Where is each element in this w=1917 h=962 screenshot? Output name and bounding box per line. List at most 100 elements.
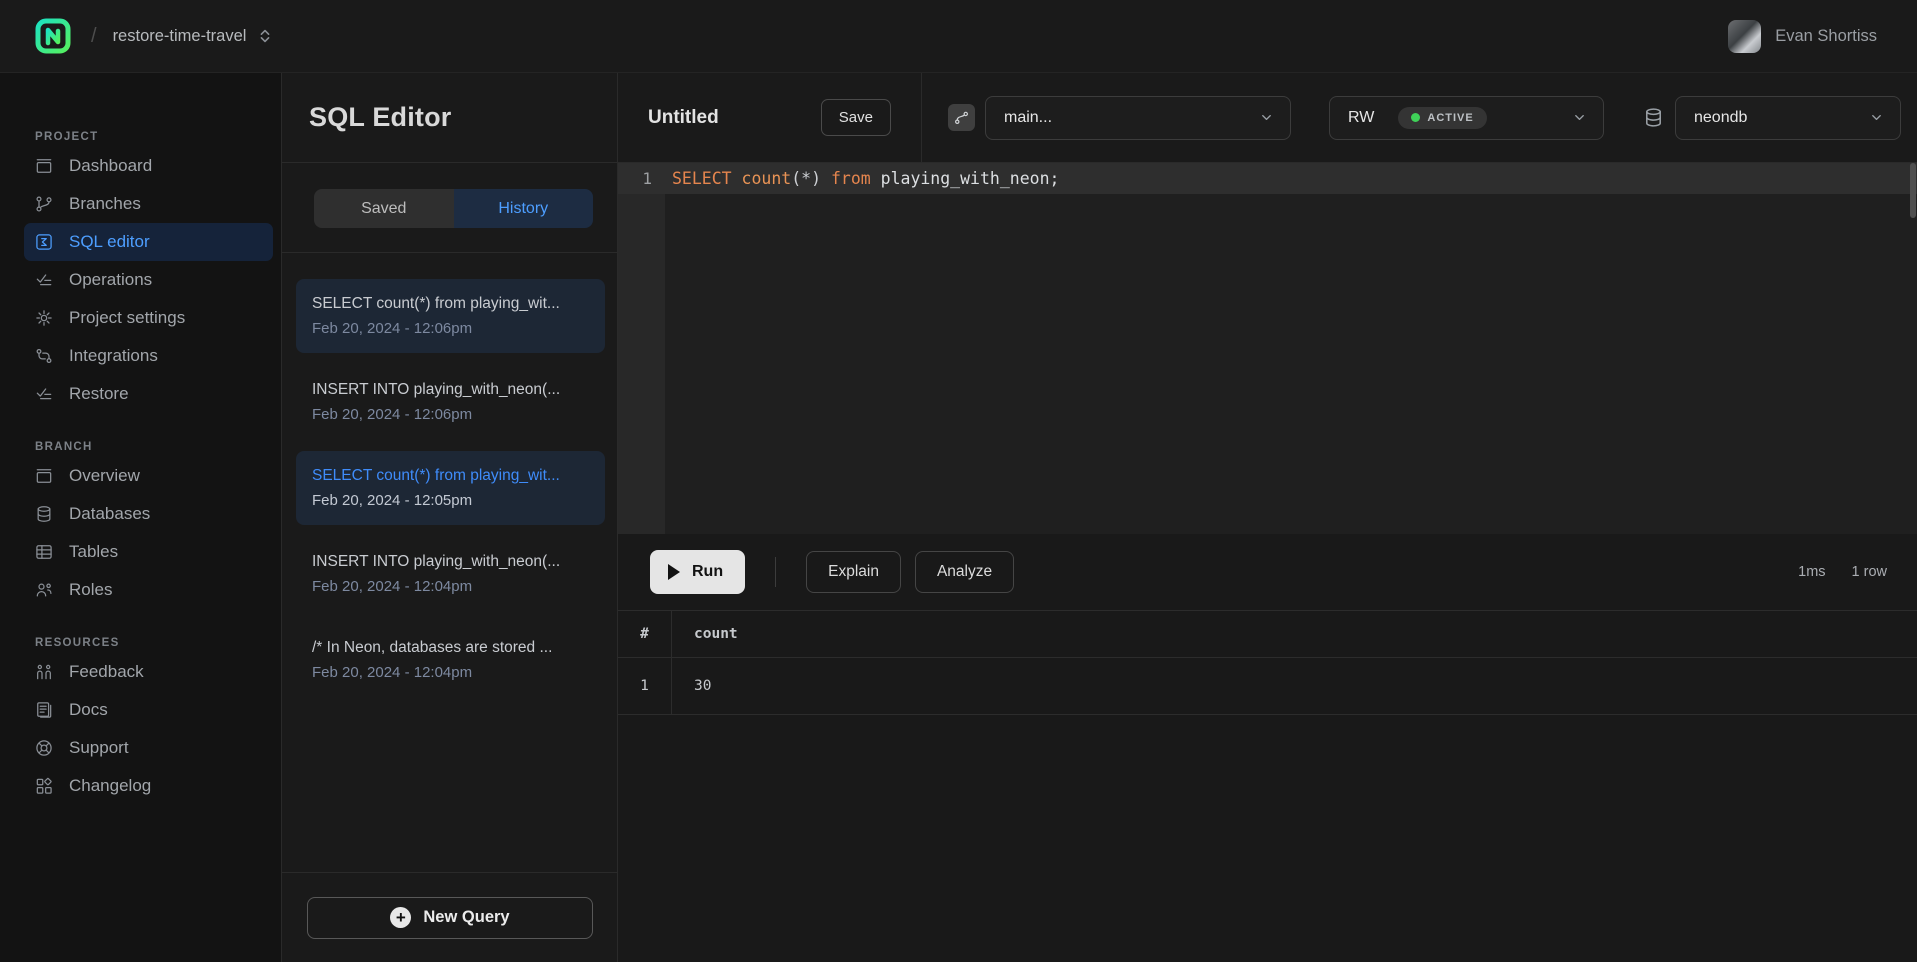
- run-label: Run: [692, 563, 723, 581]
- compute-select[interactable]: RW ACTIVE: [1329, 96, 1604, 140]
- page-title: SQL Editor: [309, 102, 452, 133]
- feedback-icon: [34, 662, 54, 682]
- sql-code-editor[interactable]: 1 SELECT count(*) from playing_with_neon…: [618, 163, 1917, 534]
- chevron-down-icon: [1572, 110, 1587, 125]
- table-icon: [34, 542, 54, 562]
- results-header-row: # count: [618, 610, 1917, 658]
- branch-select[interactable]: main...: [985, 96, 1291, 140]
- save-button[interactable]: Save: [821, 99, 891, 136]
- sidebar-item-restore[interactable]: Restore: [24, 375, 273, 413]
- neon-logo[interactable]: [35, 18, 71, 54]
- database-icon: [34, 504, 54, 524]
- gear-icon: [34, 308, 54, 328]
- history-item[interactable]: INSERT INTO playing_with_neon(... Feb 20…: [296, 537, 605, 611]
- branch-select-value: main...: [1004, 109, 1052, 127]
- git-branch-icon: [34, 194, 54, 214]
- query-duration: 1ms: [1798, 564, 1825, 580]
- sidebar: PROJECT Dashboard Branches SQL editor Op…: [0, 73, 281, 962]
- query-row-count: 1 row: [1852, 564, 1887, 580]
- table-row[interactable]: 1 30: [618, 658, 1917, 715]
- toolbar-divider: [775, 557, 776, 587]
- sidebar-item-integrations[interactable]: Integrations: [24, 337, 273, 375]
- history-item-selected[interactable]: SELECT count(*) from playing_wit... Feb …: [296, 451, 605, 525]
- user-menu[interactable]: Evan Shortiss: [1728, 20, 1877, 53]
- lifebuoy-icon: [34, 738, 54, 758]
- tab-history[interactable]: History: [454, 189, 594, 228]
- history-item-timestamp: Feb 20, 2024 - 12:05pm: [312, 488, 589, 513]
- editor-pane: Untitled Save main... RW: [618, 73, 1917, 962]
- sidebar-item-label: Integrations: [69, 346, 158, 366]
- sidebar-item-label: SQL editor: [69, 232, 150, 252]
- sidebar-item-label: Restore: [69, 384, 129, 404]
- column-header-index: #: [618, 611, 672, 657]
- sidebar-item-support[interactable]: Support: [24, 729, 273, 767]
- sidebar-item-label: Databases: [69, 504, 150, 524]
- breadcrumb-divider: /: [91, 25, 97, 48]
- sidebar-item-label: Feedback: [69, 662, 144, 682]
- sql-editor-icon: [34, 232, 54, 252]
- results-table: # count 1 30: [618, 610, 1917, 715]
- history-item[interactable]: SELECT count(*) from playing_wit... Feb …: [296, 279, 605, 353]
- new-query-button[interactable]: + New Query: [307, 897, 593, 939]
- line-number: 1: [618, 169, 665, 188]
- sidebar-item-operations[interactable]: Operations: [24, 261, 273, 299]
- new-query-label: New Query: [423, 908, 509, 927]
- sidebar-item-changelog[interactable]: Changelog: [24, 767, 273, 805]
- sidebar-item-databases[interactable]: Databases: [24, 495, 273, 533]
- sidebar-item-label: Tables: [69, 542, 118, 562]
- database-icon: [1642, 106, 1665, 129]
- sidebar-item-label: Changelog: [69, 776, 151, 796]
- chevron-down-icon: [1869, 110, 1884, 125]
- docs-icon: [34, 700, 54, 720]
- sidebar-item-tables[interactable]: Tables: [24, 533, 273, 571]
- code-line-1[interactable]: 1 SELECT count(*) from playing_with_neon…: [618, 163, 1917, 194]
- user-name: Evan Shortiss: [1775, 27, 1877, 46]
- history-item[interactable]: /* In Neon, databases are stored ... Feb…: [296, 623, 605, 697]
- section-label-resources: RESOURCES: [0, 637, 281, 653]
- analyze-button[interactable]: Analyze: [915, 551, 1014, 593]
- sidebar-item-branches[interactable]: Branches: [24, 185, 273, 223]
- main-layout: PROJECT Dashboard Branches SQL editor Op…: [0, 73, 1917, 962]
- sidebar-section-branch: BRANCH Overview Databases Tables Roles: [0, 441, 281, 609]
- chevron-down-icon: [1259, 110, 1274, 125]
- run-button[interactable]: Run: [650, 550, 745, 594]
- project-switcher[interactable]: restore-time-travel: [113, 27, 273, 46]
- sidebar-item-roles[interactable]: Roles: [24, 571, 273, 609]
- sidebar-item-project-settings[interactable]: Project settings: [24, 299, 273, 337]
- sidebar-item-label: Support: [69, 738, 129, 758]
- chevron-updown-icon: [258, 27, 272, 45]
- topbar: / restore-time-travel Evan Shortiss: [0, 0, 1917, 73]
- tab-saved[interactable]: Saved: [314, 189, 454, 228]
- history-item-timestamp: Feb 20, 2024 - 12:06pm: [312, 316, 589, 341]
- restore-icon: [34, 384, 54, 404]
- editor-scrollbar[interactable]: [1910, 163, 1916, 218]
- connection-controls: main... RW ACTIVE neondb: [922, 73, 1917, 162]
- query-list-panel: SQL Editor Saved History SELECT count(*)…: [281, 73, 618, 962]
- history-item-query: SELECT count(*) from playing_wit...: [312, 291, 589, 316]
- cell-row-index: 1: [618, 658, 672, 714]
- integrations-icon: [34, 346, 54, 366]
- explain-button[interactable]: Explain: [806, 551, 901, 593]
- history-item-query: SELECT count(*) from playing_wit...: [312, 463, 589, 488]
- query-tabs: Saved History: [282, 163, 617, 253]
- sidebar-item-sql-editor[interactable]: SQL editor: [24, 223, 273, 261]
- sidebar-item-label: Docs: [69, 700, 108, 720]
- history-item[interactable]: INSERT INTO playing_with_neon(... Feb 20…: [296, 365, 605, 439]
- users-icon: [34, 580, 54, 600]
- sidebar-section-resources: RESOURCES Feedback Docs Support Changelo…: [0, 637, 281, 805]
- section-label-branch: BRANCH: [0, 441, 281, 457]
- sidebar-item-label: Roles: [69, 580, 112, 600]
- sidebar-item-feedback[interactable]: Feedback: [24, 653, 273, 691]
- sidebar-item-overview[interactable]: Overview: [24, 457, 273, 495]
- query-stats: 1ms 1 row: [1798, 564, 1887, 580]
- neon-console: / restore-time-travel Evan Shortiss PROJ…: [0, 0, 1917, 962]
- play-icon: [668, 564, 680, 580]
- sidebar-item-docs[interactable]: Docs: [24, 691, 273, 729]
- plus-icon: +: [390, 907, 411, 928]
- editor-gutter: [618, 163, 665, 534]
- sidebar-item-label: Operations: [69, 270, 152, 290]
- history-item-timestamp: Feb 20, 2024 - 12:04pm: [312, 574, 589, 599]
- database-select[interactable]: neondb: [1675, 96, 1901, 140]
- history-item-query: INSERT INTO playing_with_neon(...: [312, 377, 589, 402]
- sidebar-item-dashboard[interactable]: Dashboard: [24, 147, 273, 185]
